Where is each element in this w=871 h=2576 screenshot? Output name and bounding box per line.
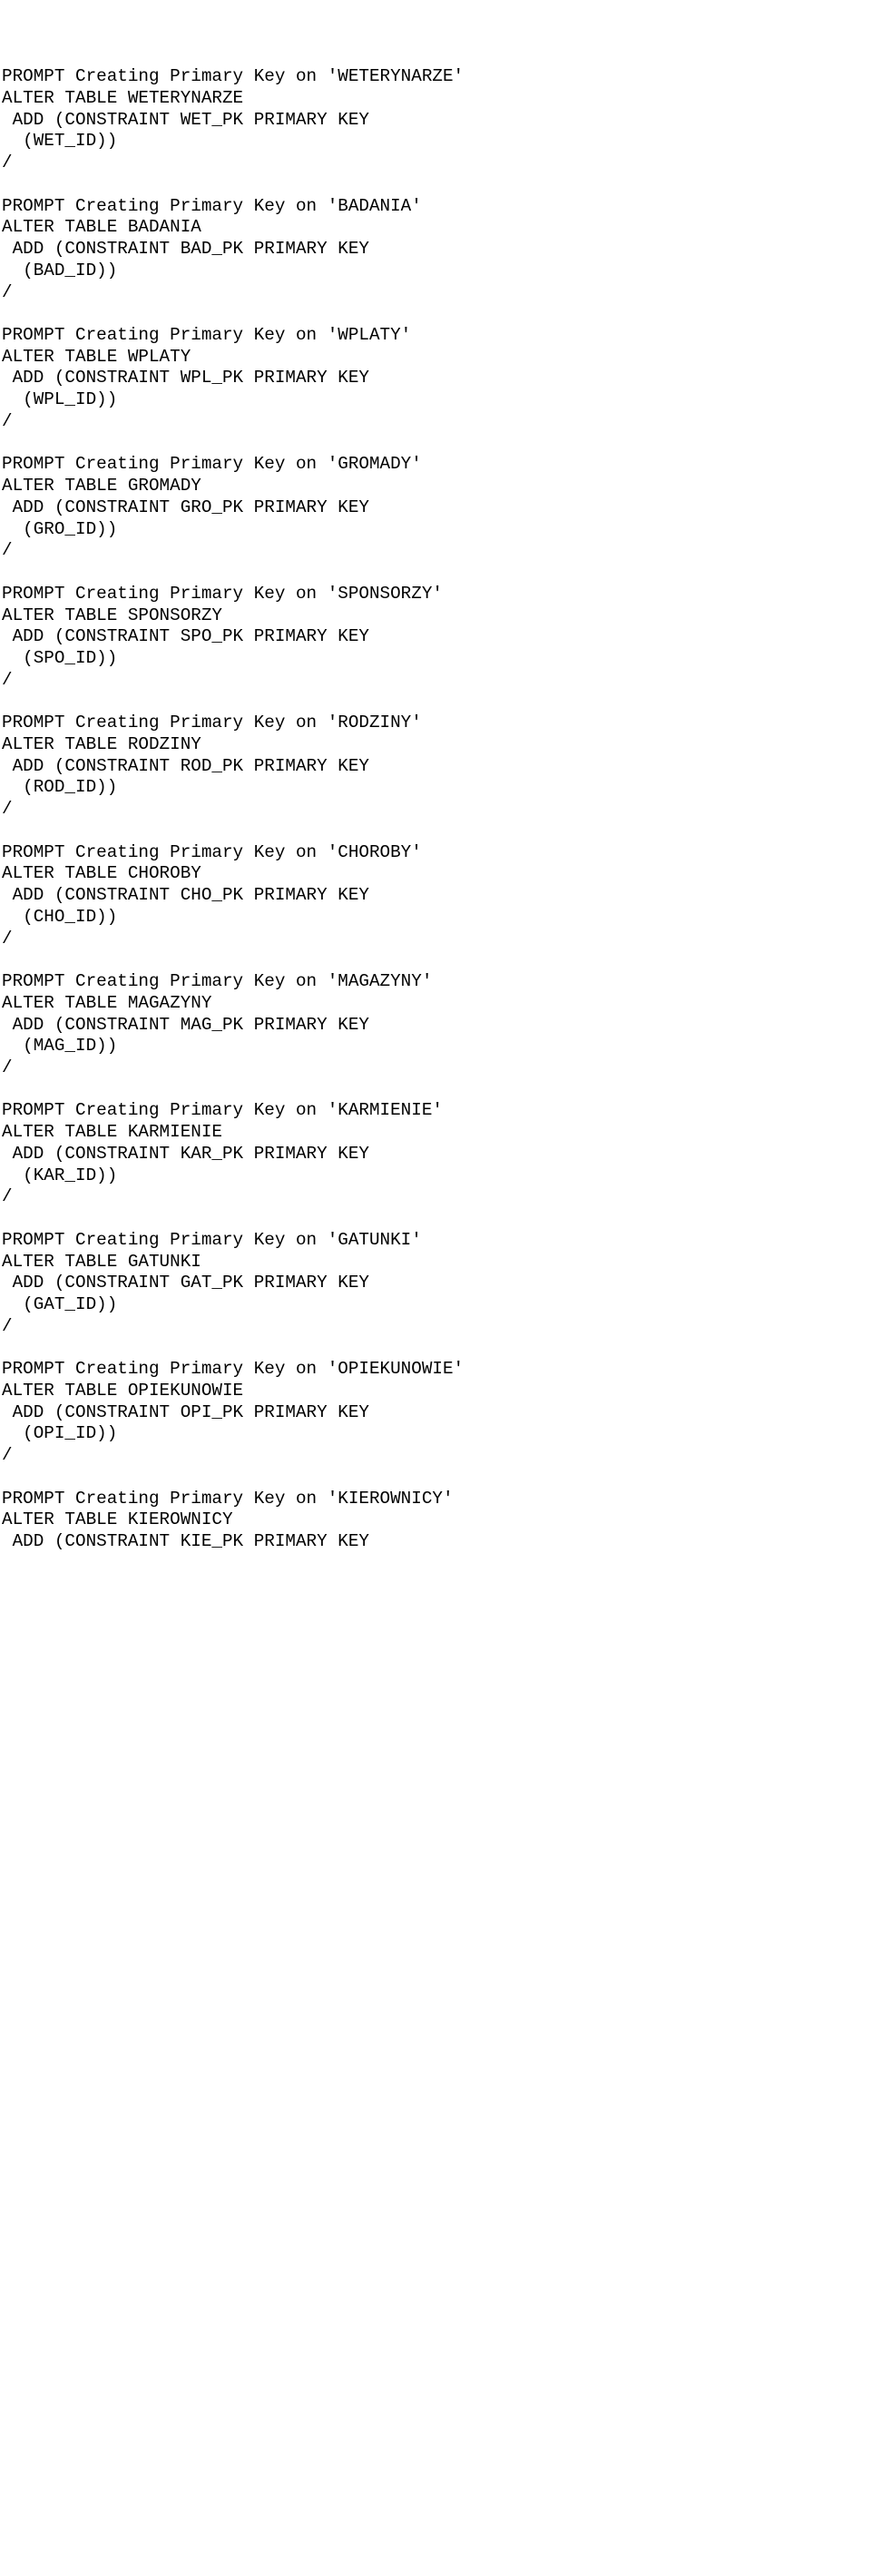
alter-table-line: ALTER TABLE GATUNKI [2,1252,871,1273]
alter-table-line: ALTER TABLE GROMADY [2,476,871,497]
alter-table-line: ALTER TABLE WPLATY [2,347,871,369]
blank-line [2,821,871,842]
prompt-line: PROMPT Creating Primary Key on 'KARMIENI… [2,1100,871,1122]
slash-terminator: / [2,1186,871,1208]
add-constraint-line: ADD (CONSTRAINT KIE_PK PRIMARY KEY [2,1531,871,1553]
slash-terminator: / [2,1316,871,1338]
slash-terminator: / [2,282,871,304]
slash-terminator: / [2,929,871,950]
prompt-line: PROMPT Creating Primary Key on 'KIEROWNI… [2,1489,871,1510]
blank-line [2,949,871,971]
blank-line [2,303,871,325]
sql-script-page: PROMPT Creating Primary Key on 'WETERYNA… [0,66,871,1553]
blank-line [2,1208,871,1230]
slash-terminator: / [2,799,871,821]
column-line: (WET_ID)) [2,131,871,152]
alter-table-line: ALTER TABLE BADANIA [2,217,871,239]
prompt-line: PROMPT Creating Primary Key on 'BADANIA' [2,196,871,218]
prompt-line: PROMPT Creating Primary Key on 'MAGAZYNY… [2,971,871,993]
slash-terminator: / [2,1057,871,1079]
alter-table-line: ALTER TABLE OPIEKUNOWIE [2,1381,871,1402]
add-constraint-line: ADD (CONSTRAINT KAR_PK PRIMARY KEY [2,1144,871,1165]
blank-line [2,1079,871,1101]
alter-table-line: ALTER TABLE KIEROWNICY [2,1509,871,1531]
blank-line [2,692,871,713]
add-constraint-line: ADD (CONSTRAINT OPI_PK PRIMARY KEY [2,1402,871,1424]
blank-line [2,562,871,584]
slash-terminator: / [2,1445,871,1467]
add-constraint-line: ADD (CONSTRAINT SPO_PK PRIMARY KEY [2,626,871,648]
slash-terminator: / [2,670,871,692]
prompt-line: PROMPT Creating Primary Key on 'SPONSORZ… [2,584,871,605]
column-line: (CHO_ID)) [2,907,871,929]
column-line: (GAT_ID)) [2,1294,871,1316]
slash-terminator: / [2,540,871,562]
column-line: (BAD_ID)) [2,261,871,282]
alter-table-line: ALTER TABLE KARMIENIE [2,1122,871,1144]
prompt-line: PROMPT Creating Primary Key on 'WPLATY' [2,325,871,347]
column-line: (OPI_ID)) [2,1423,871,1445]
alter-table-line: ALTER TABLE MAGAZYNY [2,993,871,1015]
blank-line [2,433,871,455]
prompt-line: PROMPT Creating Primary Key on 'GROMADY' [2,454,871,476]
add-constraint-line: ADD (CONSTRAINT GRO_PK PRIMARY KEY [2,497,871,519]
alter-table-line: ALTER TABLE RODZINY [2,734,871,756]
column-line: (KAR_ID)) [2,1165,871,1187]
add-constraint-line: ADD (CONSTRAINT ROD_PK PRIMARY KEY [2,756,871,778]
blank-line [2,1467,871,1489]
blank-line [2,1338,871,1360]
column-line: (SPO_ID)) [2,648,871,670]
slash-terminator: / [2,411,871,433]
add-constraint-line: ADD (CONSTRAINT BAD_PK PRIMARY KEY [2,239,871,261]
add-constraint-line: ADD (CONSTRAINT CHO_PK PRIMARY KEY [2,885,871,907]
alter-table-line: ALTER TABLE SPONSORZY [2,605,871,627]
column-line: (MAG_ID)) [2,1036,871,1057]
prompt-line: PROMPT Creating Primary Key on 'CHOROBY' [2,842,871,864]
prompt-line: PROMPT Creating Primary Key on 'GATUNKI' [2,1230,871,1252]
blank-line [2,174,871,196]
column-line: (WPL_ID)) [2,389,871,411]
slash-terminator: / [2,152,871,174]
alter-table-line: ALTER TABLE WETERYNARZE [2,88,871,110]
add-constraint-line: ADD (CONSTRAINT GAT_PK PRIMARY KEY [2,1273,871,1294]
add-constraint-line: ADD (CONSTRAINT MAG_PK PRIMARY KEY [2,1015,871,1037]
prompt-line: PROMPT Creating Primary Key on 'RODZINY' [2,713,871,734]
add-constraint-line: ADD (CONSTRAINT WPL_PK PRIMARY KEY [2,368,871,389]
column-line: (ROD_ID)) [2,777,871,799]
prompt-line: PROMPT Creating Primary Key on 'OPIEKUNO… [2,1359,871,1381]
alter-table-line: ALTER TABLE CHOROBY [2,863,871,885]
column-line: (GRO_ID)) [2,519,871,541]
prompt-line: PROMPT Creating Primary Key on 'WETERYNA… [2,66,871,88]
add-constraint-line: ADD (CONSTRAINT WET_PK PRIMARY KEY [2,110,871,132]
